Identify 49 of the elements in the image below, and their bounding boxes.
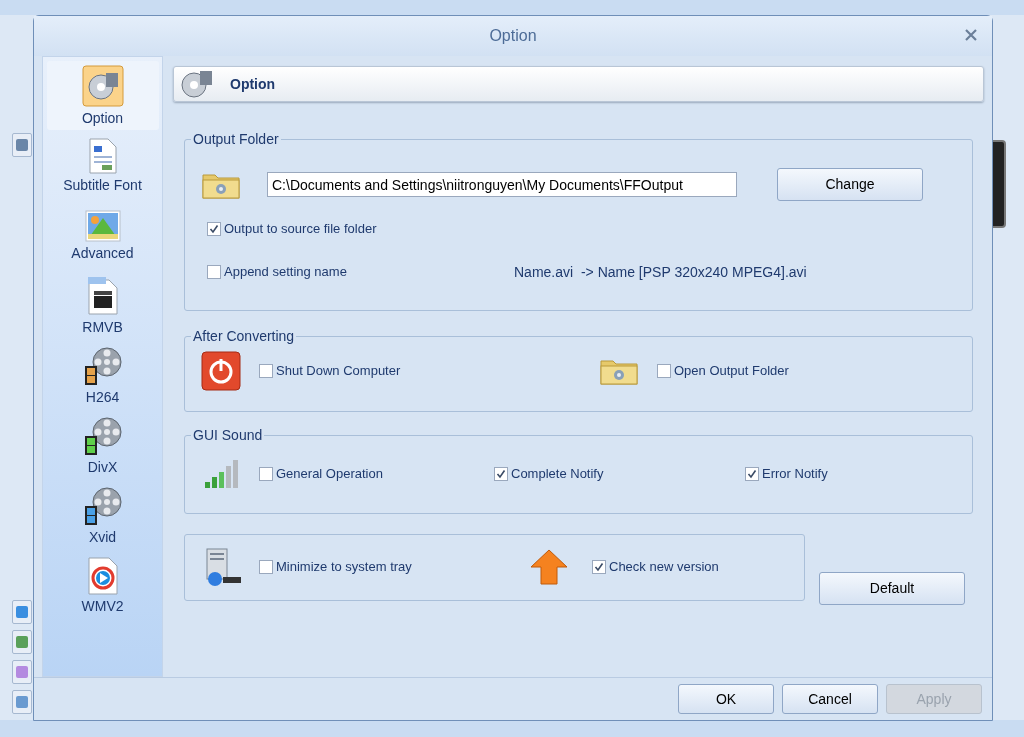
checkbox-label: Minimize to system tray	[276, 558, 412, 577]
example-text: Name.avi -> Name [PSP 320x240 MPEG4].avi	[514, 262, 807, 282]
checkbox[interactable]	[494, 467, 508, 481]
header-title: Option	[230, 74, 276, 94]
group-title: After Converting	[192, 327, 296, 346]
checkbox[interactable]	[592, 560, 606, 574]
sidebar-item[interactable]: Option	[46, 61, 159, 130]
sidebar-item[interactable]: Advanced	[46, 201, 159, 270]
checkbox-label: Open Output Folder	[674, 362, 789, 381]
sidebar-item[interactable]: Xvid	[46, 481, 159, 550]
checkbox-label: Check new version	[609, 558, 719, 577]
clapperboard-document-icon	[85, 276, 120, 316]
window-title: Option	[489, 26, 537, 46]
document-icon	[87, 138, 118, 174]
power-icon	[201, 351, 241, 391]
checkbox-label: Error Notify	[762, 465, 828, 484]
path-field[interactable]: C:\Documents and Settings\niitronguyen\My Documents\FFOutput	[267, 172, 737, 197]
button[interactable]: OK	[678, 684, 774, 714]
sidebar-item[interactable]: Subtitle Font	[46, 131, 159, 200]
checkbox[interactable]	[259, 467, 273, 481]
sidebar-item[interactable]: H264	[46, 341, 159, 410]
group-title: Output Folder	[192, 130, 280, 149]
computer-icon	[203, 547, 243, 587]
up-arrow-icon	[530, 549, 568, 585]
disc-camera-icon	[81, 65, 124, 107]
sidebar-item[interactable]: RMVB	[46, 271, 159, 340]
checkbox[interactable]	[657, 364, 671, 378]
button[interactable]: Change	[777, 168, 923, 201]
sidebar-item[interactable]: DivX	[46, 411, 159, 480]
checkbox[interactable]	[259, 560, 273, 574]
close-icon	[965, 29, 977, 41]
checkbox-label: Append setting name	[224, 263, 347, 282]
group-title: GUI Sound	[192, 426, 264, 445]
film-reel-icon	[82, 486, 123, 526]
sidebar-item[interactable]: WMV2	[46, 551, 159, 620]
play-document-icon	[86, 557, 119, 595]
landscape-icon	[84, 210, 121, 242]
checkbox[interactable]	[745, 467, 759, 481]
checkbox-label: Complete Notify	[511, 465, 604, 484]
checkbox[interactable]	[207, 265, 221, 279]
film-reel-icon	[82, 416, 123, 456]
button[interactable]: Cancel	[782, 684, 878, 714]
checkbox-label: General Operation	[276, 465, 383, 484]
checkbox-label: Shut Down Computer	[276, 362, 401, 381]
checkbox[interactable]	[207, 221, 221, 236]
button[interactable]: Default	[819, 572, 965, 605]
checkbox[interactable]	[259, 364, 273, 378]
checkbox-label: Output to source file folder	[224, 220, 377, 238]
film-reel-icon	[82, 346, 123, 386]
